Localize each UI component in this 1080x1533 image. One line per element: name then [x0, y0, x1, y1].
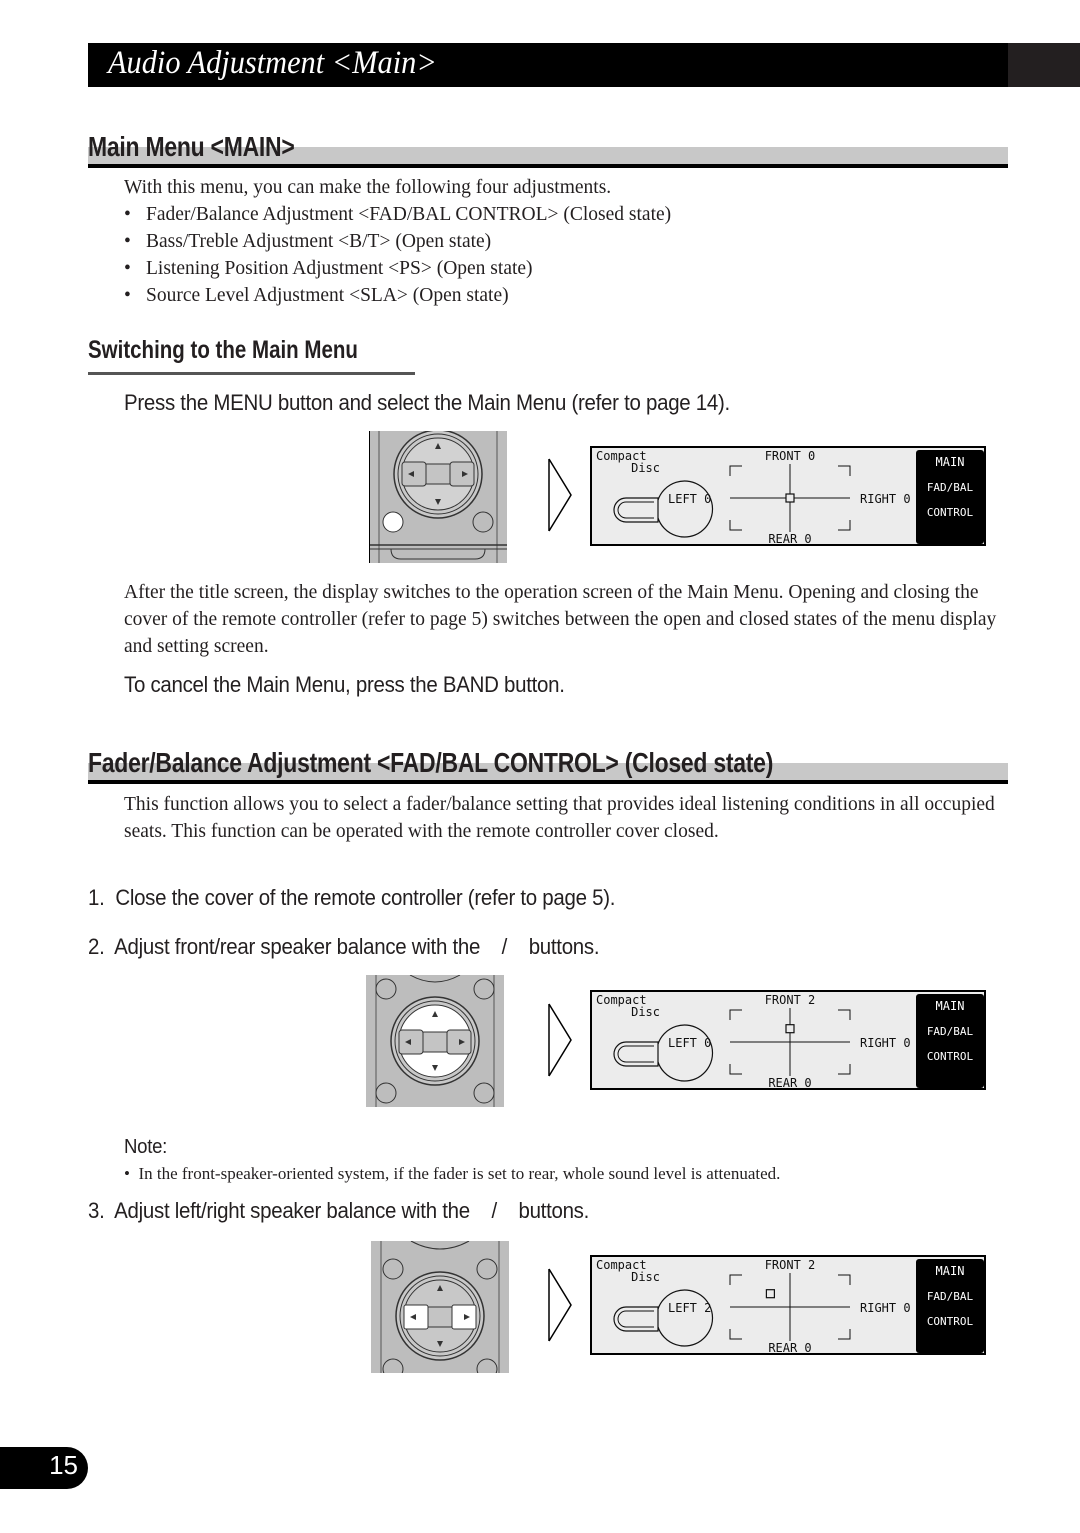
lcd-menu-fadbal: FAD/BAL — [927, 1025, 974, 1038]
list-item: Fader/Balance Adjustment <FAD/BAL CONTRO… — [124, 201, 1004, 228]
title-bar-tab — [1008, 43, 1080, 87]
fader-balance-grid — [729, 1008, 851, 1076]
note-text: In the front-speaker-oriented system, if… — [138, 1164, 781, 1183]
page-number: 15 — [49, 1450, 78, 1480]
remote-controller-icon — [371, 1241, 509, 1373]
right-arrow-icon — [547, 1002, 573, 1078]
section-heading-main-menu: Main Menu <MAIN> — [88, 124, 1008, 168]
subheading-text: Switching to the Main Menu — [88, 336, 358, 364]
lcd-menu-fadbal: FAD/BAL — [927, 1290, 974, 1303]
lcd-right-label: RIGHT 0 — [860, 1301, 911, 1315]
remote-controller-icon — [366, 975, 504, 1107]
remote-controller-icon — [369, 431, 507, 563]
section-heading-fader-balance: Fader/Balance Adjustment <FAD/BAL CONTRO… — [88, 740, 1008, 784]
heading-text: Fader/Balance Adjustment <FAD/BAL CONTRO… — [88, 747, 774, 778]
page-number-tab: 15 — [0, 1447, 88, 1489]
lcd-left-label: LEFT 2 — [668, 1301, 711, 1315]
note-block: • In the front-speaker-oriented system, … — [124, 1160, 780, 1187]
lcd-menu-main: MAIN — [936, 999, 965, 1013]
lcd-front-label: FRONT 2 — [765, 1258, 816, 1272]
fader-balance-paragraph: This function allows you to select a fad… — [124, 794, 995, 842]
lcd-left-label: LEFT 0 — [668, 1036, 711, 1050]
right-arrow-icon — [547, 457, 573, 533]
lcd-front-label: FRONT 2 — [765, 993, 816, 1007]
compact-disc-icon — [613, 1289, 714, 1347]
heading-rule — [88, 164, 1008, 168]
lcd-display: Compact Disc LEFT 0 RIGHT 0 FRONT 2 REAR 0 MAI… — [590, 990, 986, 1090]
cancel-instruction: To cancel the Main Menu, press the BAND … — [124, 672, 565, 697]
fader-balance-grid — [729, 1273, 851, 1341]
intro-text: With this menu, you can make the followi… — [124, 177, 612, 198]
chapter-title-bar: Audio Adjustment <Main> — [88, 43, 1080, 87]
step-1: 1. Close the cover of the remote control… — [88, 885, 616, 910]
heading-text: Main Menu <MAIN> — [88, 131, 295, 162]
lcd-screen: CompactDiscLEFT 0 RIGHT 0FRONT 2REAR 0MAI… — [596, 993, 984, 1090]
fader-balance-marker — [785, 493, 795, 503]
lcd-display: Compact Disc LEFT 0 RIGHT 0 FRONT 0 REAR 0 MAI… — [590, 446, 986, 546]
lcd-menu-control: CONTROL — [927, 1315, 974, 1328]
lcd-front-label: FRONT 0 — [765, 449, 816, 463]
lcd-menu-control: CONTROL — [927, 1050, 974, 1063]
lcd-screen: CompactDiscLEFT 2 RIGHT 0FRONT 2REAR 0MAI… — [596, 1258, 984, 1355]
lcd-display: Compact Disc LEFT 2 RIGHT 0 FRONT 2 REAR 0 MAI… — [590, 1255, 986, 1355]
compact-disc-icon — [613, 480, 714, 538]
lcd-source-label: Disc — [631, 461, 660, 475]
adjustment-list: Fader/Balance Adjustment <FAD/BAL CONTRO… — [124, 201, 1004, 309]
chapter-title: Audio Adjustment <Main> — [108, 45, 437, 81]
lcd-right-label: RIGHT 0 — [860, 1036, 911, 1050]
lcd-left-label: LEFT 0 — [668, 492, 711, 506]
lcd-menu-fadbal: FAD/BAL — [927, 481, 974, 494]
list-item: Listening Position Adjustment <PS> (Open… — [124, 255, 1004, 282]
subheading-rule — [88, 372, 415, 375]
heading-rule — [88, 780, 1008, 784]
bullet: • — [124, 1164, 139, 1183]
lcd-menu-control: CONTROL — [927, 506, 974, 519]
switching-paragraph: After the title screen, the display swit… — [124, 582, 997, 657]
lcd-screen: CompactDiscLEFT 0 RIGHT 0FRONT 0REAR 0MAI… — [596, 449, 984, 546]
main-menu-intro-block: With this menu, you can make the followi… — [124, 174, 1004, 309]
subheading-switching: Switching to the Main Menu — [88, 336, 417, 376]
fader-balance-marker — [785, 1024, 795, 1034]
list-item: Source Level Adjustment <SLA> (Open stat… — [124, 282, 1004, 309]
lcd-source-label: Disc — [631, 1005, 660, 1019]
lcd-rear-label: REAR 0 — [768, 1341, 811, 1353]
lcd-rear-label: REAR 0 — [768, 1076, 811, 1088]
note-label: Note: — [124, 1136, 168, 1158]
step-3: 3. Adjust left/right speaker balance wit… — [88, 1198, 590, 1223]
lcd-menu-main: MAIN — [936, 1264, 965, 1278]
fader-balance-marker — [765, 1289, 775, 1299]
right-arrow-icon — [547, 1267, 573, 1343]
compact-disc-icon — [613, 1024, 714, 1082]
list-item: Bass/Treble Adjustment <B/T> (Open state… — [124, 228, 1004, 255]
step-2: 2. Adjust front/rear speaker balance wit… — [88, 934, 600, 959]
lcd-source-label: Disc — [631, 1270, 660, 1284]
lcd-right-label: RIGHT 0 — [860, 492, 911, 506]
lcd-menu-main: MAIN — [936, 455, 965, 469]
lcd-rear-label: REAR 0 — [768, 532, 811, 544]
instruction-text: Press the MENU button and select the Mai… — [124, 390, 730, 415]
